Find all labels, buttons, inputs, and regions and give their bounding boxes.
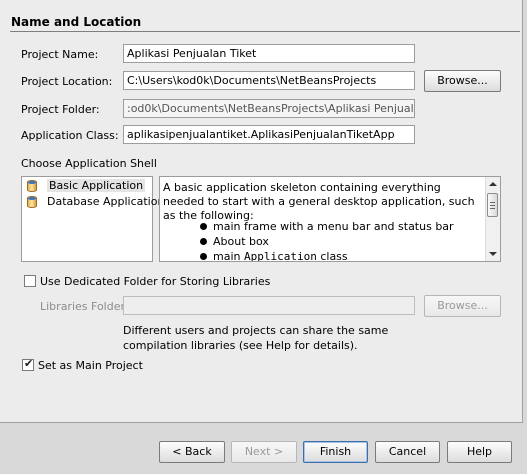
wizard-panel: Name and Location Project Name: Aplikasi… — [0, 0, 523, 423]
database-icon — [27, 196, 37, 208]
dedicated-folder-label: Use Dedicated Folder for Storing Librari… — [40, 275, 271, 288]
shell-item-database-application[interactable]: Database Application — [22, 194, 164, 210]
application-shell-label: Choose Application Shell — [21, 157, 157, 170]
libraries-info-text: Different users and projects can share t… — [123, 324, 389, 352]
scroll-up-arrow-icon[interactable] — [489, 182, 497, 186]
feature-item: About box — [200, 234, 454, 249]
database-icon — [27, 180, 37, 192]
next-button[interactable]: Next > — [231, 441, 297, 463]
section-title: Name and Location — [11, 15, 142, 29]
libraries-folder-browse-button[interactable]: Browse... — [424, 295, 501, 317]
shell-description-pane: A basic application skeleton containing … — [159, 176, 501, 262]
scroll-down-arrow-icon[interactable] — [489, 252, 497, 256]
check-icon: ✔ — [24, 357, 34, 370]
cancel-button[interactable]: Cancel — [375, 441, 440, 463]
project-folder-field[interactable]: :od0k\Documents\NetBeansProjects\Aplikas… — [123, 99, 415, 118]
project-location-input[interactable]: C:\Users\kod0k\Documents\NetBeansProject… — [123, 71, 415, 90]
project-location-browse-button[interactable]: Browse... — [424, 70, 501, 92]
project-name-label: Project Name: — [21, 48, 99, 61]
main-project-checkbox[interactable]: ✔ — [22, 357, 34, 371]
libraries-folder-label: Libraries Folder: — [40, 300, 129, 313]
application-shell-list[interactable]: Basic Application Database Application — [21, 176, 164, 262]
scroll-thumb[interactable] — [487, 193, 498, 217]
finish-button[interactable]: Finish — [303, 441, 368, 463]
feature-item: main frame with a menu bar and status ba… — [200, 219, 454, 234]
back-button[interactable]: < Back — [159, 441, 225, 463]
main-project-label: Set as Main Project — [38, 359, 143, 372]
project-folder-label: Project Folder: — [21, 103, 100, 116]
shell-feature-list: main frame with a menu bar and status ba… — [200, 219, 454, 261]
shell-item-label: Database Application — [47, 195, 165, 208]
shell-description-text: A basic application skeleton containing … — [163, 181, 475, 222]
application-class-label: Application Class: — [21, 129, 119, 142]
help-button[interactable]: Help — [447, 441, 512, 463]
section-header: Name and Location — [10, 0, 520, 32]
project-name-input[interactable]: Aplikasi Penjualan Tiket — [123, 44, 415, 63]
shell-item-basic-application[interactable]: Basic Application — [22, 178, 152, 194]
feature-item: main Application class — [200, 249, 454, 261]
project-location-label: Project Location: — [21, 75, 113, 88]
shell-item-label: Basic Application — [47, 179, 146, 192]
application-class-input[interactable]: aplikasipenjualantiket.AplikasiPenjualan… — [123, 125, 415, 144]
description-scrollbar[interactable] — [485, 177, 500, 261]
dedicated-folder-checkbox[interactable] — [24, 275, 36, 287]
libraries-folder-input[interactable] — [123, 296, 415, 315]
